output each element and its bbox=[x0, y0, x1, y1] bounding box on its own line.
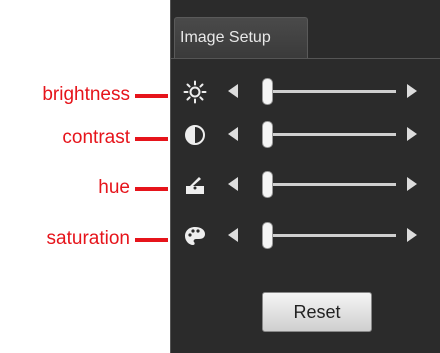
saturation-slider-track[interactable] bbox=[268, 234, 396, 237]
reset-button[interactable]: Reset bbox=[262, 292, 372, 332]
brightness-increase-arrow[interactable] bbox=[407, 84, 417, 98]
brightness-decrease-arrow[interactable] bbox=[228, 84, 238, 98]
hue-slider-track[interactable] bbox=[268, 183, 396, 186]
brightness-annotation: brightness bbox=[42, 84, 130, 105]
hue-increase-arrow[interactable] bbox=[407, 177, 417, 191]
contrast-annotation: contrast bbox=[62, 127, 130, 148]
brightness-pointer bbox=[135, 94, 168, 98]
contrast-pointer bbox=[135, 137, 168, 141]
tab-divider bbox=[170, 58, 440, 59]
contrast-decrease-arrow[interactable] bbox=[228, 127, 238, 141]
saturation-increase-arrow[interactable] bbox=[407, 228, 417, 242]
saturation-slider-thumb[interactable] bbox=[262, 222, 273, 249]
saturation-row: saturation bbox=[0, 222, 440, 262]
hue-row: hue bbox=[0, 171, 440, 211]
contrast-slider-thumb[interactable] bbox=[262, 121, 273, 148]
saturation-icon bbox=[185, 227, 205, 245]
brightness-row: brightness bbox=[0, 78, 440, 118]
contrast-increase-arrow[interactable] bbox=[407, 127, 417, 141]
hue-icon bbox=[186, 177, 204, 194]
tab-image-setup[interactable]: Image Setup bbox=[174, 17, 308, 59]
saturation-decrease-arrow[interactable] bbox=[228, 228, 238, 242]
hue-annotation: hue bbox=[98, 177, 130, 198]
brightness-slider-thumb[interactable] bbox=[262, 78, 273, 105]
hue-pointer bbox=[135, 187, 168, 191]
brightness-icon bbox=[183, 80, 207, 104]
saturation-annotation: saturation bbox=[46, 228, 130, 249]
contrast-row: contrast bbox=[0, 121, 440, 161]
hue-decrease-arrow[interactable] bbox=[228, 177, 238, 191]
contrast-icon bbox=[185, 125, 205, 145]
contrast-slider-track[interactable] bbox=[268, 133, 396, 136]
brightness-slider-track[interactable] bbox=[268, 90, 396, 93]
saturation-pointer bbox=[135, 238, 168, 242]
hue-slider-thumb[interactable] bbox=[262, 171, 273, 198]
